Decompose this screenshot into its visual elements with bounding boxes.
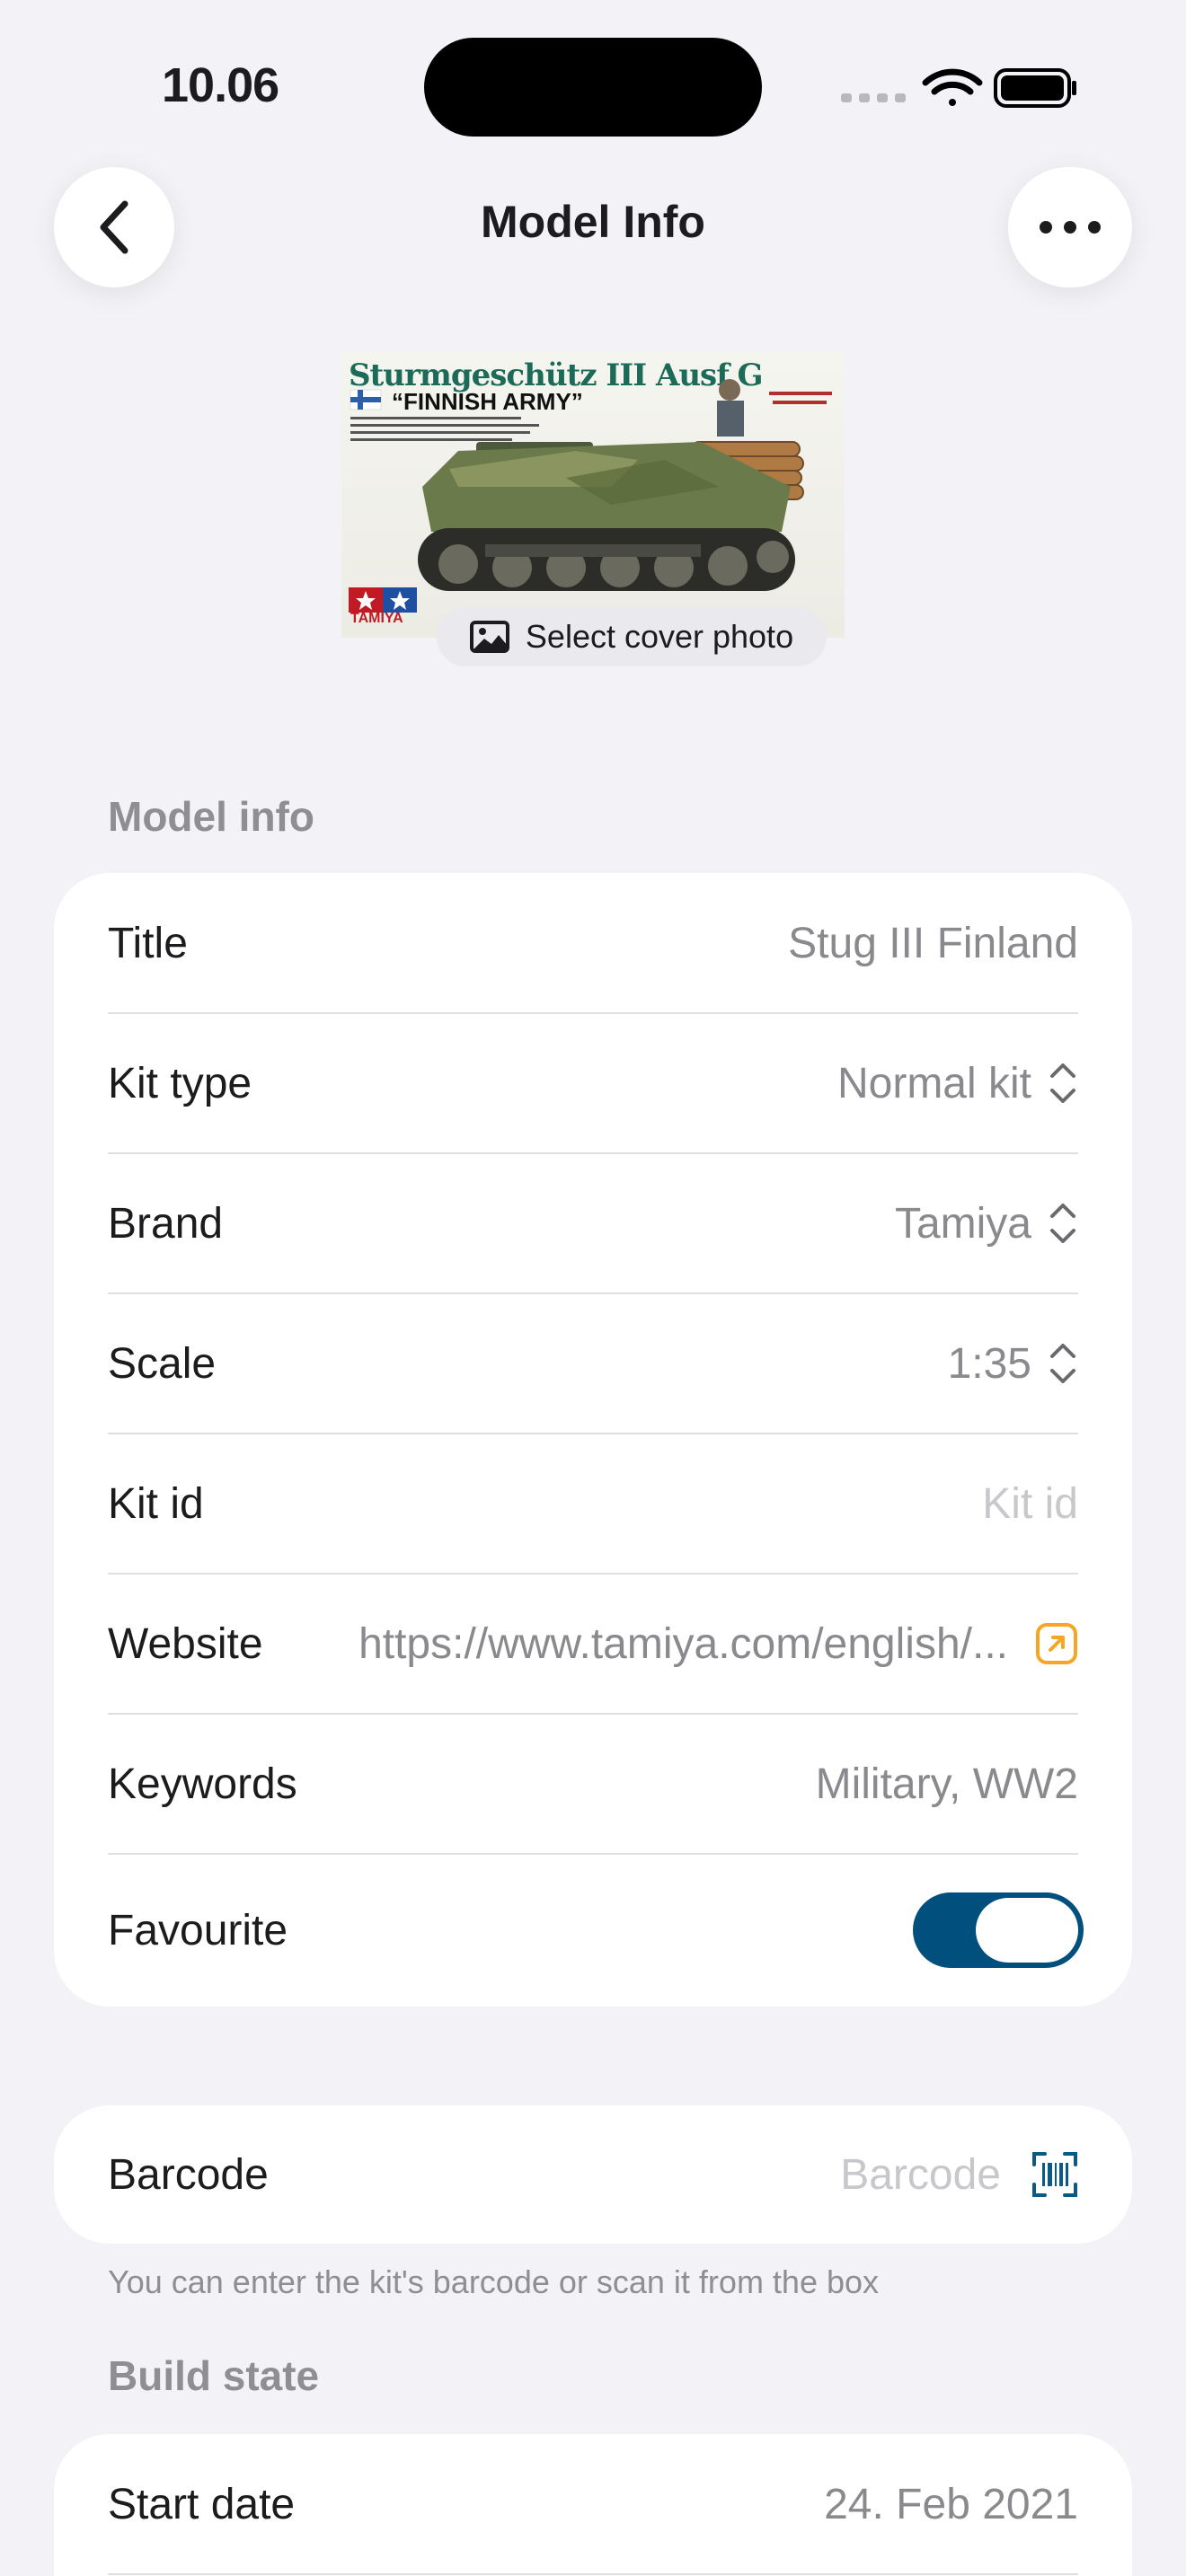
dynamic-island: [424, 38, 762, 137]
barcode-footnote: You can enter the kit's barcode or scan …: [108, 2263, 880, 2300]
title-row[interactable]: Title Stug III Finland: [108, 873, 1078, 1013]
favourite-row: Favourite: [108, 1854, 1084, 2007]
brand-label: Brand: [108, 1199, 224, 1248]
status-icons: [841, 68, 1076, 108]
status-time: 10.06: [162, 58, 279, 112]
kit-type-picker[interactable]: Normal kit: [837, 1059, 1078, 1108]
model-info-screen: 10.06 Model Info Sturmgeschütz III Ausf.…: [0, 0, 1186, 2576]
barcode-scan-icon[interactable]: [1031, 2151, 1078, 2198]
brand-row[interactable]: Brand Tamiya: [108, 1153, 1078, 1293]
tamiya-logo: TAMIYA: [350, 611, 403, 626]
kit-id-label: Kit id: [108, 1479, 204, 1528]
photo-icon: [469, 621, 509, 653]
barcode-label: Barcode: [108, 2150, 269, 2199]
battery-icon: [994, 68, 1076, 108]
website-field[interactable]: https://www.tamiya.com/english/...: [358, 1619, 1078, 1669]
barcode-input[interactable]: Barcode: [840, 2150, 1001, 2200]
website-label: Website: [108, 1619, 263, 1668]
start-date-label: Start date: [108, 2480, 296, 2528]
start-date-row[interactable]: Start date 24. Feb 2021: [108, 2434, 1078, 2574]
chevron-up-down-icon: [1050, 1063, 1075, 1103]
select-cover-photo-button[interactable]: Select cover photo: [437, 607, 827, 666]
chevron-up-down-icon: [1050, 1204, 1075, 1243]
brand-value: Tamiya: [894, 1199, 1031, 1248]
favourite-toggle[interactable]: [913, 1892, 1084, 1968]
kit-id-row[interactable]: Kit id Kit id: [108, 1434, 1078, 1574]
build-state-card: Start date 24. Feb 2021: [54, 2434, 1132, 2576]
cover-photo[interactable]: Sturmgeschütz III Ausf.G “FINNISH ARMY”: [341, 352, 845, 638]
kit-type-value: Normal kit: [836, 1059, 1031, 1107]
keywords-label: Keywords: [108, 1760, 297, 1808]
scale-label: Scale: [108, 1339, 217, 1388]
favourite-label: Favourite: [108, 1906, 288, 1954]
tank-illustration: [349, 379, 832, 613]
scale-value: 1:35: [947, 1339, 1031, 1388]
title-value[interactable]: Stug III Finland: [788, 919, 1078, 968]
more-options-button[interactable]: [1008, 167, 1132, 287]
build-state-section-title: Build state: [108, 2352, 320, 2399]
select-cover-photo-label: Select cover photo: [525, 618, 794, 655]
keywords-value[interactable]: Military, WW2: [816, 1760, 1078, 1809]
chevron-up-down-icon: [1050, 1344, 1075, 1383]
barcode-field[interactable]: Barcode: [840, 2150, 1078, 2200]
website-value[interactable]: https://www.tamiya.com/english/...: [358, 1619, 1008, 1669]
kit-type-row[interactable]: Kit type Normal kit: [108, 1013, 1078, 1153]
cellular-signal-icon: [841, 93, 906, 102]
brand-picker[interactable]: Tamiya: [895, 1199, 1078, 1248]
title-label: Title: [108, 919, 188, 967]
website-row[interactable]: Website https://www.tamiya.com/english/.…: [108, 1574, 1078, 1714]
kit-type-label: Kit type: [108, 1059, 252, 1107]
model-info-section-title: Model info: [108, 793, 314, 840]
scale-picker[interactable]: 1:35: [948, 1339, 1078, 1389]
divider: [108, 2573, 1078, 2575]
keywords-row[interactable]: Keywords Military, WW2: [108, 1714, 1078, 1854]
toggle-knob: [976, 1898, 1078, 1963]
barcode-row[interactable]: Barcode Barcode: [108, 2105, 1078, 2244]
wifi-icon: [922, 68, 983, 106]
scale-row[interactable]: Scale 1:35: [108, 1293, 1078, 1434]
barcode-card: Barcode Barcode: [54, 2105, 1132, 2244]
kit-id-input[interactable]: Kit id: [982, 1479, 1078, 1529]
open-link-icon[interactable]: [1035, 1622, 1078, 1665]
model-info-card: Title Stug III Finland Kit type Normal k…: [54, 873, 1132, 2007]
ellipsis-icon: [1040, 221, 1101, 234]
start-date-value[interactable]: 24. Feb 2021: [824, 2480, 1078, 2529]
